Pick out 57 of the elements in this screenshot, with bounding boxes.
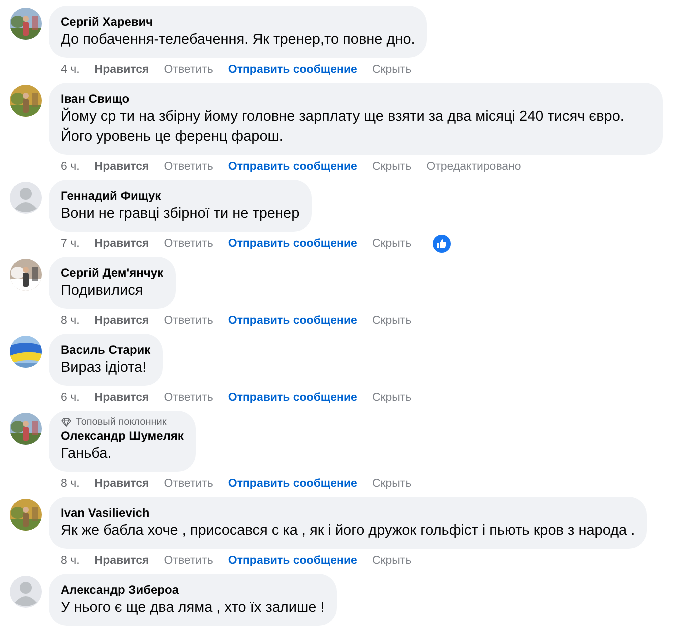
author-name[interactable]: Сергій Харевич xyxy=(61,14,416,30)
author-name[interactable]: Іван Свищо xyxy=(61,91,651,107)
action-link[interactable]: Отправить сообщение xyxy=(228,315,358,327)
action-link[interactable]: Нравится xyxy=(94,161,150,173)
timestamp-link[interactable]: 8 ч. xyxy=(61,315,80,327)
action-link[interactable]: Отправить сообщение xyxy=(228,64,358,76)
action-link[interactable]: Нравится xyxy=(94,555,150,567)
comment-text: Вони не гравці збірної ти не тренер xyxy=(61,205,300,224)
action-link[interactable]: Ответить xyxy=(164,161,214,173)
action-link[interactable]: Нравится xyxy=(94,315,150,327)
action-link[interactable]: Скрыть xyxy=(372,64,412,76)
author-name[interactable]: Сергій Дем'янчук xyxy=(61,265,164,281)
action-link[interactable]: Нравится xyxy=(94,392,150,404)
timestamp-link[interactable]: 6 ч. xyxy=(61,161,80,173)
comment-text: Йому ср ти на збірну йому головне зарплату ще взяти за два місяці 240 тисяч євро. Його уровень це ференц фарош. xyxy=(61,107,626,147)
author-name[interactable]: Ivan Vasilievich xyxy=(61,505,636,521)
action-link[interactable]: Отправить сообщение xyxy=(228,478,358,490)
comment-text: У нього є ще два ляма , хто їх залише ! xyxy=(61,599,325,618)
author-name[interactable]: Василь Старик xyxy=(61,342,151,358)
comment-text: Ганьба. xyxy=(61,445,113,464)
timestamp-link[interactable]: 8 ч. xyxy=(61,555,80,567)
avatar-icon xyxy=(10,576,42,608)
diamond-icon xyxy=(61,418,72,427)
action-link[interactable]: Скрыть xyxy=(372,478,412,490)
action-link[interactable]: Отправить сообщение xyxy=(228,238,358,250)
author-name[interactable]: Геннадий Фищук xyxy=(61,188,300,204)
action-link[interactable]: Скрыть xyxy=(372,315,412,327)
timestamp-link[interactable]: 6 ч. xyxy=(61,392,80,404)
like-icon[interactable] xyxy=(432,235,451,253)
action-link[interactable]: Ответить xyxy=(164,64,214,76)
avatar-icon xyxy=(10,182,42,214)
edited-label: Отредактировано xyxy=(426,161,522,173)
comment-text: Вираз ідіота! xyxy=(61,359,148,378)
action-link[interactable]: Отправить сообщение xyxy=(228,161,358,173)
action-link[interactable]: Скрыть xyxy=(372,238,412,250)
comment-text: Подивилися xyxy=(61,282,144,301)
action-link[interactable]: Ответить xyxy=(164,392,214,404)
action-link[interactable]: Отправить сообщение xyxy=(228,392,358,404)
action-link[interactable]: Ответить xyxy=(164,555,214,567)
author-name[interactable]: Олександр Шумеляк xyxy=(61,428,184,444)
fan-label: Топовый поклонник xyxy=(76,417,167,428)
action-link[interactable]: Ответить xyxy=(164,238,214,250)
author-name[interactable]: Александр Зибероа xyxy=(61,582,325,598)
action-link[interactable]: Скрыть xyxy=(372,161,412,173)
action-link[interactable]: Нравится xyxy=(94,64,150,76)
timestamp-link[interactable]: 4 ч. xyxy=(61,64,80,76)
action-link[interactable]: Скрыть xyxy=(372,555,412,567)
comment-text: До побачення-телебачення. Як тренер,то повне дно. xyxy=(61,31,416,50)
timestamp-link[interactable]: 8 ч. xyxy=(61,478,80,490)
timestamp-link[interactable]: 7 ч. xyxy=(61,238,80,250)
action-link[interactable]: Скрыть xyxy=(372,392,412,404)
action-link[interactable]: Ответить xyxy=(164,315,214,327)
action-link[interactable]: Ответить xyxy=(164,478,214,490)
action-link[interactable]: Нравится xyxy=(94,478,150,490)
action-link[interactable]: Отправить сообщение xyxy=(228,555,358,567)
action-link[interactable]: Нравится xyxy=(94,238,150,250)
comment-text: Як же бабла хоче , присосався с ка , як і його дружок гольфіст і пьють кров з народа . xyxy=(61,522,636,541)
